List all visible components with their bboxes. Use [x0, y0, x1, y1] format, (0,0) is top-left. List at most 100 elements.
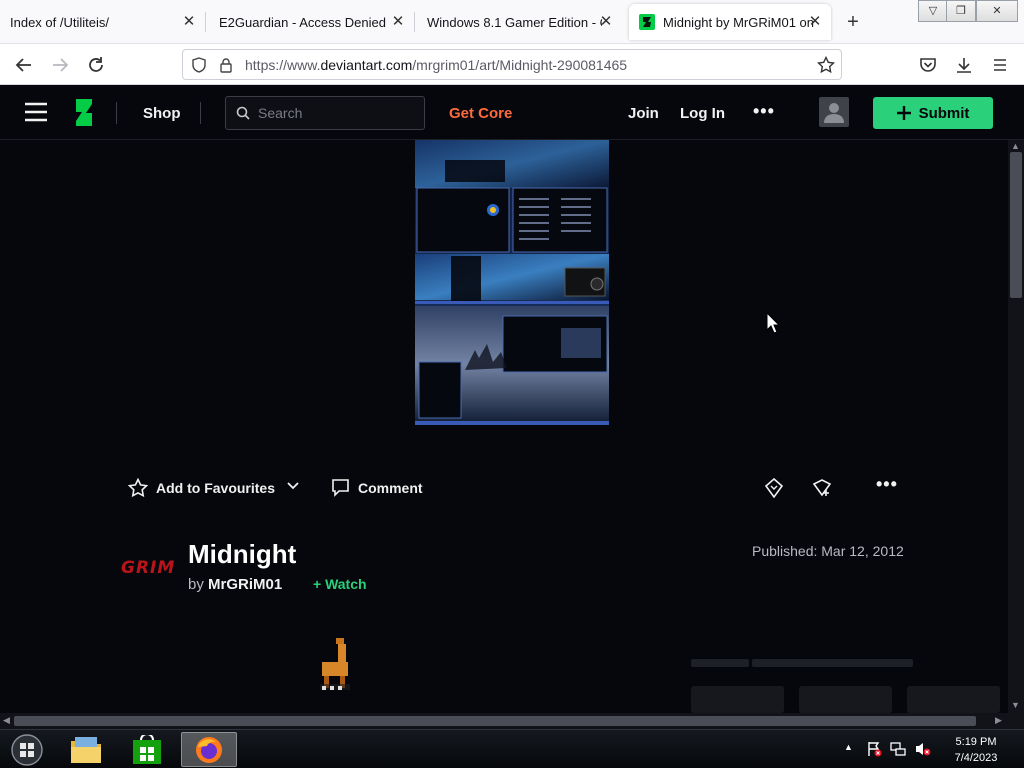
network-icon[interactable]	[890, 741, 906, 757]
plus-icon	[896, 106, 911, 120]
restore-window-button[interactable]: ❐	[946, 0, 976, 22]
show-hidden-icons-button[interactable]: ▲	[844, 742, 853, 752]
folder-icon	[71, 736, 101, 763]
shield-icon[interactable]	[191, 57, 207, 73]
deviation-title: Midnight	[188, 539, 297, 569]
get-core-link[interactable]: Get Core	[449, 105, 512, 122]
scroll-left-icon[interactable]: ◀	[3, 715, 10, 726]
app-menu-button[interactable]	[987, 52, 1013, 78]
badge-button[interactable]	[764, 478, 784, 498]
menu-icon[interactable]	[25, 102, 47, 122]
tab-e2guardian[interactable]: E2Guardian - Access Denied ✕	[209, 0, 414, 44]
url-text[interactable]: https://www.deviantart.com/mrgrim01/art/…	[245, 57, 627, 73]
scrollbar-corner	[1008, 713, 1024, 729]
screen: Index of /Utiliteis/ ✕ E2Guardian - Acce…	[0, 0, 1024, 768]
close-window-button[interactable]: ✕	[976, 0, 1018, 22]
url-domain: deviantart.com	[320, 57, 413, 73]
back-button[interactable]	[11, 52, 37, 78]
scroll-right-icon[interactable]: ▶	[995, 715, 1002, 726]
lock-icon[interactable]	[219, 57, 233, 73]
placeholder-bar	[691, 659, 749, 667]
tab-title: Midnight by MrGRiM01 on D	[663, 14, 818, 30]
browser-navigation-bar: https://www.deviantart.com/mrgrim01/art/…	[0, 44, 1024, 85]
shop-link[interactable]: Shop	[143, 105, 181, 122]
llama-badge-icon[interactable]	[316, 636, 354, 694]
forward-arrow-icon	[53, 58, 69, 72]
system-clock[interactable]: 5:19 PM 7/4/2023	[946, 734, 1006, 766]
tab-windows-gamer-edition[interactable]: Windows 8.1 Gamer Edition - Col ✕	[417, 0, 622, 44]
comment-icon	[332, 479, 349, 497]
deviantart-logo-icon[interactable]	[74, 99, 94, 126]
artwork-image[interactable]	[415, 140, 609, 425]
vertical-scroll-thumb[interactable]	[1010, 152, 1022, 298]
reload-icon	[89, 57, 103, 72]
pocket-button[interactable]	[915, 52, 941, 78]
start-button[interactable]	[4, 732, 50, 767]
downloads-button[interactable]	[951, 52, 977, 78]
join-link[interactable]: Join	[628, 105, 659, 122]
header-divider	[116, 102, 117, 124]
reload-button[interactable]	[83, 52, 109, 78]
placeholder-card	[799, 686, 892, 713]
avatar[interactable]	[819, 97, 849, 127]
chevron-down-icon	[287, 482, 299, 490]
pocket-icon	[920, 58, 936, 72]
give-button[interactable]	[812, 478, 832, 498]
minimize-window-button[interactable]: ▽	[918, 0, 948, 22]
tab-title: Index of /Utiliteis/	[10, 14, 109, 30]
published-date: Published: Mar 12, 2012	[752, 543, 904, 559]
search-icon	[236, 106, 250, 120]
horizontal-scrollbar[interactable]: ◀ ▶	[0, 713, 1008, 729]
author-logo[interactable]: GRIM	[121, 558, 175, 578]
author-link[interactable]: MrGRiM01	[208, 576, 282, 593]
windows-start-orb-icon	[11, 733, 43, 766]
clock-date: 7/4/2023	[954, 752, 998, 764]
gift-icon	[812, 479, 832, 497]
action-center-flag-icon[interactable]	[866, 741, 882, 757]
close-tab-icon[interactable]: ✕	[598, 14, 614, 30]
favourites-dropdown-button[interactable]	[286, 478, 300, 492]
login-link[interactable]: Log In	[680, 105, 725, 122]
tab-separator	[205, 12, 206, 32]
store-taskbar-button[interactable]	[121, 732, 173, 767]
add-to-favourites-label: Add to Favourites	[156, 480, 276, 496]
deviation-actions: Add to Favourites Comment •••	[0, 470, 1008, 506]
back-arrow-icon	[15, 58, 31, 72]
download-icon	[957, 58, 971, 73]
watch-button[interactable]: + Watch	[313, 576, 367, 592]
forward-button[interactable]	[47, 52, 73, 78]
horizontal-scroll-thumb[interactable]	[14, 716, 976, 726]
tab-midnight-deviantart[interactable]: Midnight by MrGRiM01 on D ✕	[629, 4, 831, 40]
browser-tab-strip: Index of /Utiliteis/ ✕ E2Guardian - Acce…	[0, 0, 1024, 44]
comment-button[interactable]: Comment	[331, 478, 423, 497]
badge-icon	[764, 478, 784, 498]
submit-label: Submit	[918, 104, 970, 122]
close-tab-icon[interactable]: ✕	[390, 14, 406, 30]
close-tab-icon[interactable]: ✕	[181, 14, 197, 30]
windows-taskbar: ▲ 5:19 PM 7/4/2023	[0, 729, 1024, 768]
artwork-thumbnail	[415, 140, 609, 425]
volume-muted-icon[interactable]	[914, 741, 932, 757]
clock-time: 5:19 PM	[955, 736, 997, 748]
scroll-down-icon[interactable]: ▼	[1011, 700, 1020, 710]
file-explorer-taskbar-button[interactable]	[60, 732, 112, 767]
placeholder-card	[907, 686, 1000, 713]
tab-index-of-utiliteis[interactable]: Index of /Utiliteis/ ✕	[0, 0, 205, 44]
deviation-page: Add to Favourites Comment ••• GRIM Midni…	[0, 140, 1008, 713]
add-to-favourites-button[interactable]: Add to Favourites	[128, 478, 275, 498]
search-box[interactable]	[225, 96, 425, 130]
submit-button[interactable]: Submit	[873, 97, 993, 129]
vertical-scrollbar[interactable]: ▲ ▼	[1008, 140, 1024, 713]
url-path: /mrgrim01/art/Midnight-290081465	[412, 57, 628, 73]
scroll-up-icon[interactable]: ▲	[1011, 141, 1020, 151]
new-tab-button[interactable]: +	[842, 12, 864, 34]
user-silhouette-icon	[824, 103, 844, 123]
firefox-icon	[196, 736, 222, 763]
firefox-taskbar-button[interactable]	[181, 732, 237, 767]
search-input[interactable]	[258, 103, 418, 123]
more-actions-button[interactable]: •••	[876, 474, 898, 495]
more-options-button[interactable]: •••	[753, 101, 775, 122]
address-bar[interactable]: https://www.deviantart.com/mrgrim01/art/…	[182, 49, 842, 80]
bookmark-star-icon[interactable]	[817, 56, 835, 74]
close-tab-icon[interactable]: ✕	[807, 14, 823, 30]
